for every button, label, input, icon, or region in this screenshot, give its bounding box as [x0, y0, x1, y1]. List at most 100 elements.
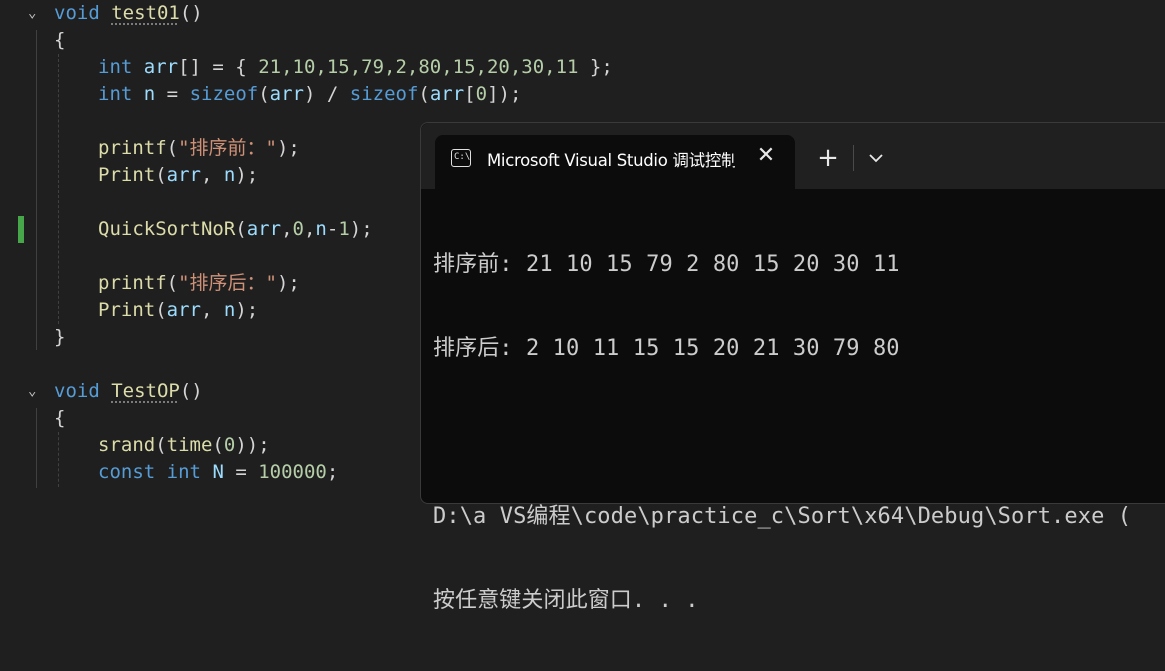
- punctuation: (: [166, 272, 179, 294]
- number-literal: 21,10,15,79,2,80,15,20,30,11: [258, 56, 579, 78]
- code-line-print-after[interactable]: Print(arr, n);: [98, 297, 258, 324]
- brace: {: [54, 29, 66, 51]
- function-call: time: [166, 434, 213, 456]
- keyword: sizeof: [349, 83, 419, 105]
- punctuation: );: [276, 272, 300, 294]
- string-literal: "排序后：": [178, 272, 277, 294]
- code-line-printf-after[interactable]: printf("排序后：");: [98, 270, 300, 297]
- identifier: arr: [246, 218, 282, 240]
- punctuation: ,: [303, 218, 316, 240]
- git-change-indicator: [18, 216, 24, 243]
- operator: -: [326, 218, 339, 240]
- punctuation: ));: [235, 434, 270, 456]
- number-literal: 100000: [258, 461, 327, 483]
- punctuation: (: [166, 137, 179, 159]
- identifier: arr: [143, 56, 179, 78]
- function-call: srand: [98, 434, 156, 456]
- function-name: test01: [111, 2, 180, 24]
- code-line-open-brace[interactable]: {: [54, 405, 65, 432]
- punctuation: ,: [200, 299, 224, 321]
- punctuation: (: [212, 434, 224, 456]
- titlebar-divider: [853, 145, 854, 171]
- function-call: Print: [98, 299, 156, 321]
- punctuation: (: [235, 218, 247, 240]
- punctuation: };: [578, 56, 613, 78]
- close-icon[interactable]: ✕: [753, 143, 779, 169]
- fold-chevron-icon[interactable]: ⌄: [28, 0, 42, 27]
- code-line-srand[interactable]: srand(time(0));: [98, 432, 270, 459]
- brace: }: [54, 326, 66, 348]
- indent-guide: [58, 432, 59, 487]
- punctuation: (: [418, 83, 430, 105]
- console-line-before-sort: 排序前: 21 10 15 79 2 80 15 20 30 11: [433, 252, 900, 277]
- code-line-quicksort-call[interactable]: QuickSortNoR(arr,0,n-1);: [98, 216, 373, 243]
- code-line-array-decl[interactable]: int arr[] = { 21,10,15,79,2,80,15,20,30,…: [98, 54, 613, 81]
- code-line-function-test01[interactable]: void test01(): [54, 0, 203, 27]
- punctuation: (: [155, 299, 167, 321]
- number-literal: 0: [292, 218, 304, 240]
- punctuation: (): [179, 380, 203, 402]
- indent-guide: [36, 30, 37, 350]
- punctuation: );: [349, 218, 373, 240]
- new-tab-plus-icon[interactable]: +: [815, 145, 841, 171]
- terminal-icon: C:\: [451, 149, 471, 167]
- function-call: printf: [98, 137, 167, 159]
- identifier: n: [315, 218, 327, 240]
- identifier: n: [143, 83, 156, 105]
- punctuation: (: [155, 164, 167, 186]
- keyword: sizeof: [189, 83, 259, 105]
- identifier: arr: [429, 83, 465, 105]
- number-literal: 1: [338, 218, 350, 240]
- operator: =: [223, 461, 259, 483]
- console-line-after-sort: 排序后: 2 10 11 15 15 20 21 30 79 80: [433, 336, 900, 361]
- punctuation: (: [155, 434, 167, 456]
- code-line-printf-before[interactable]: printf("排序前：");: [98, 135, 300, 162]
- identifier: N: [212, 461, 224, 483]
- code-line-const-n[interactable]: const int N = 100000;: [98, 459, 338, 486]
- number-literal: 0: [475, 83, 488, 105]
- console-output[interactable]: 排序前: 21 10 15 79 2 80 15 20 30 11 排序后: 2…: [433, 195, 1165, 671]
- identifier: n: [223, 299, 236, 321]
- string-literal: "排序前：": [178, 137, 277, 159]
- function-call: Print: [98, 164, 156, 186]
- function-call: printf: [98, 272, 167, 294]
- console-line-exe-path: D:\a VS编程\code\practice_c\Sort\x64\Debug…: [433, 504, 1132, 529]
- debug-console-window[interactable]: C:\ Microsoft Visual Studio 调试控制台 ✕ + 排序…: [420, 122, 1165, 613]
- punctuation: [: [464, 83, 476, 105]
- console-tab[interactable]: C:\ Microsoft Visual Studio 调试控制台 ✕: [435, 135, 795, 189]
- punctuation: ;: [326, 461, 339, 483]
- chevron-down-icon[interactable]: [863, 145, 889, 171]
- fold-chevron-icon[interactable]: ⌄: [28, 378, 42, 405]
- punctuation: );: [276, 137, 300, 159]
- identifier: n: [223, 164, 236, 186]
- code-line-function-testop[interactable]: void TestOP(): [54, 378, 203, 405]
- punctuation: ) /: [303, 83, 350, 105]
- identifier: arr: [166, 164, 201, 186]
- keyword: void: [54, 2, 100, 24]
- keyword: int: [166, 461, 201, 483]
- code-line-close-brace[interactable]: }: [54, 324, 65, 351]
- console-line-press-key: 按任意键关闭此窗口. . .: [433, 588, 699, 613]
- keyword: void: [54, 380, 100, 402]
- indent-guide: [36, 408, 37, 488]
- keyword: const: [98, 461, 156, 483]
- number-literal: 0: [223, 434, 236, 456]
- function-name: TestOP: [111, 380, 180, 402]
- code-line-print-before[interactable]: Print(arr, n);: [98, 162, 258, 189]
- indent-guide: [58, 54, 59, 324]
- console-tab-title: Microsoft Visual Studio 调试控制台: [487, 151, 735, 170]
- code-line-size-decl[interactable]: int n = sizeof(arr) / sizeof(arr[0]);: [98, 81, 521, 108]
- code-line-open-brace[interactable]: {: [54, 27, 65, 54]
- punctuation: ,: [281, 218, 293, 240]
- keyword: int: [98, 83, 133, 105]
- function-call: QuickSortNoR: [98, 218, 236, 240]
- identifier: arr: [269, 83, 304, 105]
- punctuation: (: [258, 83, 270, 105]
- punctuation: ]);: [487, 83, 522, 105]
- punctuation: );: [235, 299, 259, 321]
- console-titlebar[interactable]: C:\ Microsoft Visual Studio 调试控制台 ✕ +: [421, 123, 1165, 189]
- operator: =: [155, 83, 190, 105]
- punctuation: ,: [200, 164, 224, 186]
- punctuation: );: [235, 164, 259, 186]
